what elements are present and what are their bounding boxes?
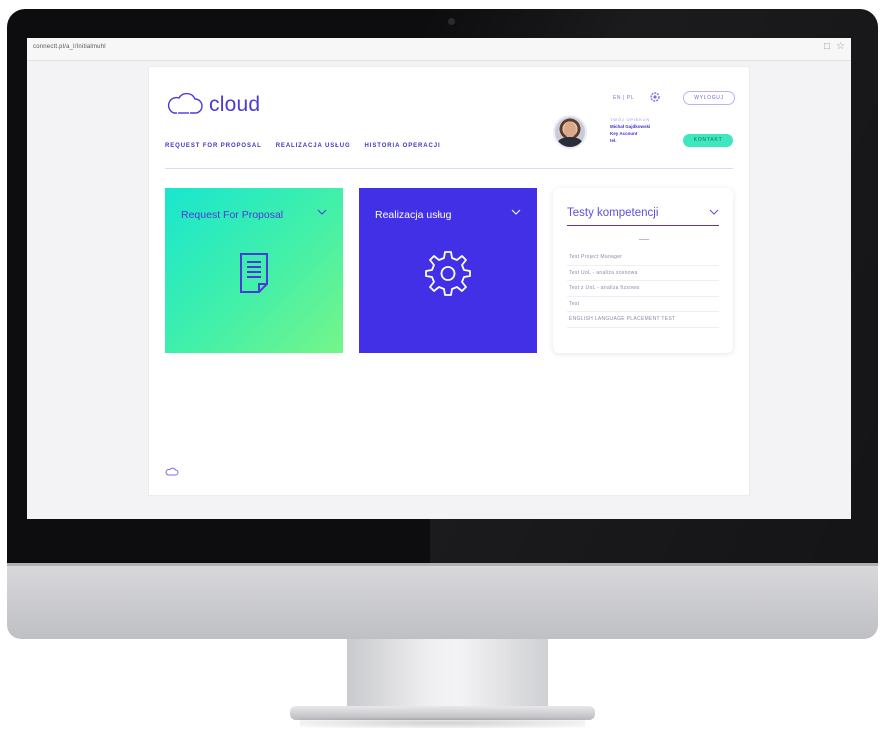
gear-icon bbox=[425, 251, 471, 296]
tile-realizacja-uslug[interactable]: Realizacja usług bbox=[359, 188, 537, 353]
tests-list: Test Project Manager Test UoL - analiza … bbox=[567, 250, 719, 328]
monitor-stand-neck bbox=[347, 639, 548, 711]
tests-title-underline bbox=[567, 225, 719, 226]
user-title: Key Account bbox=[610, 131, 638, 136]
browser-address-bar[interactable]: connectt.pl/a_l/Initialmuhl □ ☆ bbox=[27, 38, 851, 61]
browser-actions: □ ☆ bbox=[824, 41, 845, 52]
nav-historia-operacji[interactable]: HISTORIA OPERACJI bbox=[365, 143, 441, 149]
main-nav: REQUEST FOR PROPOSAL REALIZACJA USŁUG HI… bbox=[165, 143, 441, 149]
logo-text: cloud bbox=[209, 93, 261, 116]
account-manager-info: TWÓJ OPIEKUN Michał Gajdkowski Key Accou… bbox=[610, 117, 650, 143]
list-item[interactable]: Test bbox=[567, 297, 719, 312]
bookmark-star-icon[interactable]: ☆ bbox=[836, 41, 845, 52]
list-item[interactable]: Test z UoL - analiza fizsowa bbox=[567, 281, 719, 297]
contact-button[interactable]: KONTAKT bbox=[683, 134, 733, 147]
user-name: Michał Gajdkowski bbox=[610, 124, 651, 129]
nav-divider bbox=[165, 168, 733, 169]
cloud-logo[interactable]: cloud bbox=[165, 93, 260, 117]
extension-icon[interactable]: □ bbox=[824, 41, 830, 52]
logout-button[interactable]: WYLOGUJ bbox=[683, 91, 735, 105]
avatar-suit bbox=[557, 137, 583, 147]
chevron-down-icon[interactable] bbox=[511, 208, 521, 216]
monitor-chin-edge bbox=[7, 563, 878, 566]
app-page: cloud REQUEST FOR PROPOSAL REALIZACJA US… bbox=[149, 67, 749, 495]
document-icon bbox=[240, 253, 268, 293]
avatar[interactable] bbox=[555, 117, 585, 147]
avatar-face bbox=[564, 122, 576, 138]
tests-title[interactable]: Testy kompetencji bbox=[567, 207, 658, 219]
monitor-chin bbox=[7, 563, 878, 639]
stand-shadow bbox=[300, 718, 585, 728]
tile-request-for-proposal[interactable]: Request For Proposal bbox=[165, 188, 343, 353]
tile-title: Realizacja usług bbox=[375, 209, 452, 221]
chevron-down-icon[interactable] bbox=[709, 208, 719, 216]
user-extra: tel. bbox=[610, 138, 617, 143]
list-item[interactable]: Test UoL - analiza scenowa bbox=[567, 266, 719, 281]
list-item[interactable]: ENGLISH LANGUAGE PLACEMENT TEST bbox=[567, 312, 719, 328]
screen: connectt.pl/a_l/Initialmuhl □ ☆ cloud RE… bbox=[27, 38, 851, 519]
tests-card: Testy kompetencji Test Project Manager T… bbox=[553, 188, 733, 353]
nav-request-for-proposal[interactable]: REQUEST FOR PROPOSAL bbox=[165, 143, 262, 149]
settings-gear-icon[interactable] bbox=[649, 91, 661, 103]
tests-separator bbox=[639, 239, 649, 240]
list-item[interactable]: Test Project Manager bbox=[567, 250, 719, 266]
footer-cloud-icon bbox=[165, 467, 179, 476]
url-text[interactable]: connectt.pl/a_l/Initialmuhl bbox=[33, 44, 106, 50]
nav-realizacja-uslug[interactable]: REALIZACJA USŁUG bbox=[276, 143, 351, 149]
user-role: TWÓJ OPIEKUN bbox=[610, 117, 651, 122]
chevron-down-icon[interactable] bbox=[317, 208, 327, 216]
tile-title: Request For Proposal bbox=[181, 209, 284, 221]
cloud-icon bbox=[167, 93, 203, 114]
webcam-icon bbox=[448, 18, 455, 25]
language-switcher[interactable]: EN | PL bbox=[613, 95, 634, 101]
